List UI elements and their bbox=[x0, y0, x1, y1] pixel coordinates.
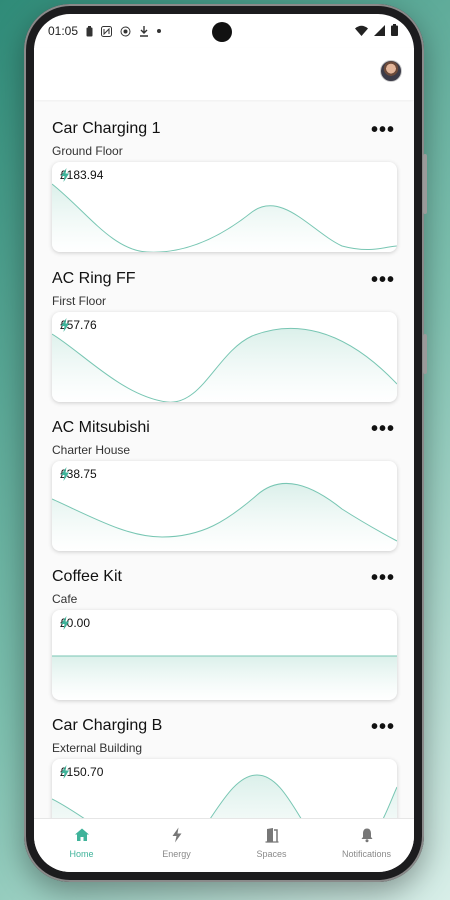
battery-icon bbox=[391, 24, 398, 36]
bolt-icon bbox=[61, 318, 69, 332]
nav-notifications-label: Notifications bbox=[341, 849, 392, 859]
more-options-icon[interactable]: ••• bbox=[371, 568, 395, 588]
door-icon bbox=[265, 828, 278, 843]
sparkline-area bbox=[52, 328, 397, 402]
meter-title: AC Ring FF bbox=[52, 270, 136, 287]
sparkline-svg bbox=[52, 655, 397, 700]
nav-home[interactable]: Home bbox=[34, 819, 129, 872]
nav-notifications[interactable]: Notifications bbox=[319, 819, 414, 872]
more-options-icon[interactable]: ••• bbox=[371, 270, 395, 290]
meter-title: AC Mitsubishi bbox=[52, 419, 150, 436]
meter-title: Coffee Kit bbox=[52, 568, 122, 585]
meter-title: Car Charging 1 bbox=[52, 120, 161, 137]
power-button bbox=[423, 334, 427, 374]
meter-location: Cafe bbox=[52, 592, 78, 606]
wifi-icon bbox=[355, 25, 368, 36]
usage-sparkline: £150.70 bbox=[52, 759, 397, 822]
dot-icon bbox=[157, 29, 162, 33]
meter-location: First Floor bbox=[52, 294, 106, 308]
sparkline-svg bbox=[52, 183, 397, 252]
meter-title: Car Charging B bbox=[52, 717, 163, 734]
download-icon bbox=[140, 25, 149, 37]
cost-row: £150.70 bbox=[60, 765, 103, 779]
sparkline-area bbox=[52, 483, 397, 551]
avatar[interactable] bbox=[380, 60, 402, 82]
app-bar bbox=[34, 48, 414, 100]
status-notification-icons bbox=[86, 25, 162, 37]
more-options-icon[interactable]: ••• bbox=[371, 120, 395, 140]
screen: 01:05 Car Charging 1 Ground Floor ••• £1… bbox=[34, 14, 414, 872]
more-options-icon[interactable]: ••• bbox=[371, 717, 395, 737]
sparkline-svg bbox=[52, 774, 397, 822]
sparkline-area bbox=[52, 184, 397, 252]
battery-saver-icon bbox=[86, 25, 93, 36]
home-icon bbox=[74, 828, 89, 841]
bell-icon bbox=[361, 828, 372, 843]
nav-home-label: Home bbox=[69, 849, 94, 859]
cost-row: £0.00 bbox=[60, 616, 90, 630]
usage-sparkline: £0.00 bbox=[52, 610, 397, 700]
bolt-icon bbox=[61, 765, 69, 779]
meter-location: External Building bbox=[52, 741, 143, 755]
nav-spaces-label: Spaces bbox=[256, 849, 287, 859]
nav-spaces[interactable]: Spaces bbox=[224, 819, 319, 872]
bolt-icon bbox=[61, 616, 69, 630]
bolt-icon bbox=[61, 168, 69, 182]
signal-icon bbox=[374, 24, 385, 36]
meter-list[interactable]: Car Charging 1 Ground Floor ••• £183.94 … bbox=[34, 102, 414, 822]
meter-location: Charter House bbox=[52, 443, 131, 457]
bottom-navigation: Home Energy Spaces Notifications bbox=[34, 818, 414, 872]
status-time: 01:05 bbox=[48, 24, 79, 38]
sparkline-svg bbox=[52, 482, 397, 551]
nav-energy-label: Energy bbox=[162, 849, 191, 859]
sparkline-area bbox=[52, 656, 397, 700]
bolt-icon bbox=[61, 467, 69, 481]
cost-row: £183.94 bbox=[60, 168, 103, 182]
status-system-icons bbox=[355, 24, 398, 36]
volume-button bbox=[423, 154, 427, 214]
nfc-icon bbox=[101, 25, 113, 37]
sparkline-svg bbox=[52, 327, 397, 402]
more-options-icon[interactable]: ••• bbox=[371, 419, 395, 439]
nav-energy[interactable]: Energy bbox=[129, 819, 224, 872]
cost-row: £38.75 bbox=[60, 467, 97, 481]
usage-sparkline: £57.76 bbox=[52, 312, 397, 402]
cost-row: £57.76 bbox=[60, 318, 97, 332]
usage-sparkline: £183.94 bbox=[52, 162, 397, 252]
camera-cutout bbox=[212, 22, 232, 42]
meter-location: Ground Floor bbox=[52, 144, 123, 158]
bolt-icon bbox=[172, 827, 181, 843]
focus-icon bbox=[120, 26, 131, 36]
phone-frame: 01:05 Car Charging 1 Ground Floor ••• £1… bbox=[24, 4, 427, 882]
usage-sparkline: £38.75 bbox=[52, 461, 397, 551]
